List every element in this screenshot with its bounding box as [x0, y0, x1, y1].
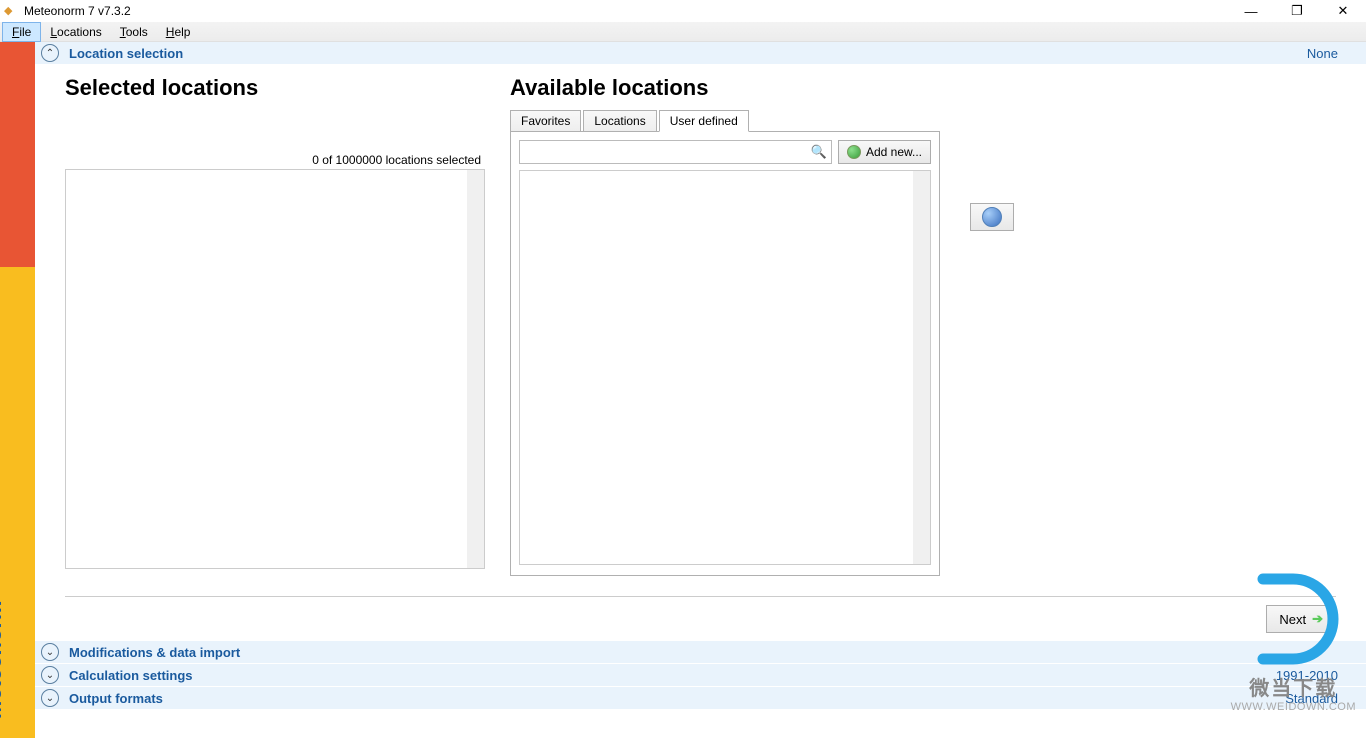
accordion-location-value: None	[1307, 46, 1338, 61]
content-area: ⌃ Location selection None Selected locat…	[35, 42, 1366, 738]
chevron-down-icon: ⌄	[41, 666, 59, 684]
menubar: File Locations Tools Help	[0, 22, 1366, 42]
search-input[interactable]	[524, 145, 811, 159]
chevron-down-icon: ⌄	[41, 689, 59, 707]
available-panel: 🔍 Add new...	[510, 131, 940, 576]
next-button[interactable]: Next ➔	[1266, 605, 1336, 633]
app-icon	[4, 4, 18, 18]
add-new-label: Add new...	[866, 145, 922, 159]
menu-file[interactable]: File	[2, 22, 41, 42]
window-title: Meteonorm 7 v7.3.2	[24, 4, 131, 18]
arrow-right-icon: ➔	[1312, 611, 1323, 627]
tabs: Favorites Locations User defined	[510, 109, 940, 131]
globe-button[interactable]	[970, 203, 1014, 231]
scrollbar[interactable]	[467, 170, 484, 568]
sidebar: Meteonorm	[0, 42, 35, 738]
titlebar: Meteonorm 7 v7.3.2 — ❐ ✕	[0, 0, 1366, 22]
scrollbar[interactable]	[913, 171, 930, 564]
accordion-calculation-title: Calculation settings	[69, 668, 1276, 683]
divider	[65, 596, 1336, 597]
accordion-location[interactable]: ⌃ Location selection None	[35, 42, 1366, 65]
available-list[interactable]	[519, 170, 931, 565]
selected-column: Selected locations 0 of 1000000 location…	[65, 75, 485, 576]
menu-locations[interactable]: Locations	[41, 23, 110, 41]
accordion-modifications-title: Modifications & data import	[69, 645, 1338, 660]
accordion-output-title: Output formats	[69, 691, 1285, 706]
location-panel: Selected locations 0 of 1000000 location…	[35, 65, 1366, 586]
accordion-modifications[interactable]: ⌄ Modifications & data import	[35, 641, 1366, 664]
brand-text: Meteonorm	[0, 599, 7, 718]
chevron-down-icon: ⌄	[41, 643, 59, 661]
chevron-up-icon: ⌃	[41, 44, 59, 62]
accordion-calculation-value: 1991-2010	[1276, 668, 1338, 683]
window-controls: — ❐ ✕	[1228, 0, 1366, 22]
tab-locations[interactable]: Locations	[583, 110, 656, 132]
accordion-location-title: Location selection	[69, 46, 1307, 61]
menu-help[interactable]: Help	[157, 23, 200, 41]
selected-list[interactable]	[65, 169, 485, 569]
search-icon[interactable]: 🔍	[811, 144, 827, 160]
accordion-calculation[interactable]: ⌄ Calculation settings 1991-2010	[35, 664, 1366, 687]
minimize-button[interactable]: —	[1228, 0, 1274, 22]
accordion-output[interactable]: ⌄ Output formats Standard	[35, 687, 1366, 710]
available-column: Available locations Favorites Locations …	[510, 75, 940, 576]
add-icon	[847, 145, 861, 159]
tab-user-defined[interactable]: User defined	[659, 110, 749, 132]
selected-count: 0 of 1000000 locations selected	[65, 153, 485, 167]
available-heading: Available locations	[510, 75, 940, 101]
close-button[interactable]: ✕	[1320, 0, 1366, 22]
selected-heading: Selected locations	[65, 75, 485, 101]
add-new-button[interactable]: Add new...	[838, 140, 931, 164]
globe-icon	[982, 207, 1002, 227]
maximize-button[interactable]: ❐	[1274, 0, 1320, 22]
menu-tools[interactable]: Tools	[111, 23, 157, 41]
accordion-output-value: Standard	[1285, 691, 1338, 706]
next-label: Next	[1279, 612, 1306, 627]
search-box[interactable]: 🔍	[519, 140, 832, 164]
tab-favorites[interactable]: Favorites	[510, 110, 581, 132]
